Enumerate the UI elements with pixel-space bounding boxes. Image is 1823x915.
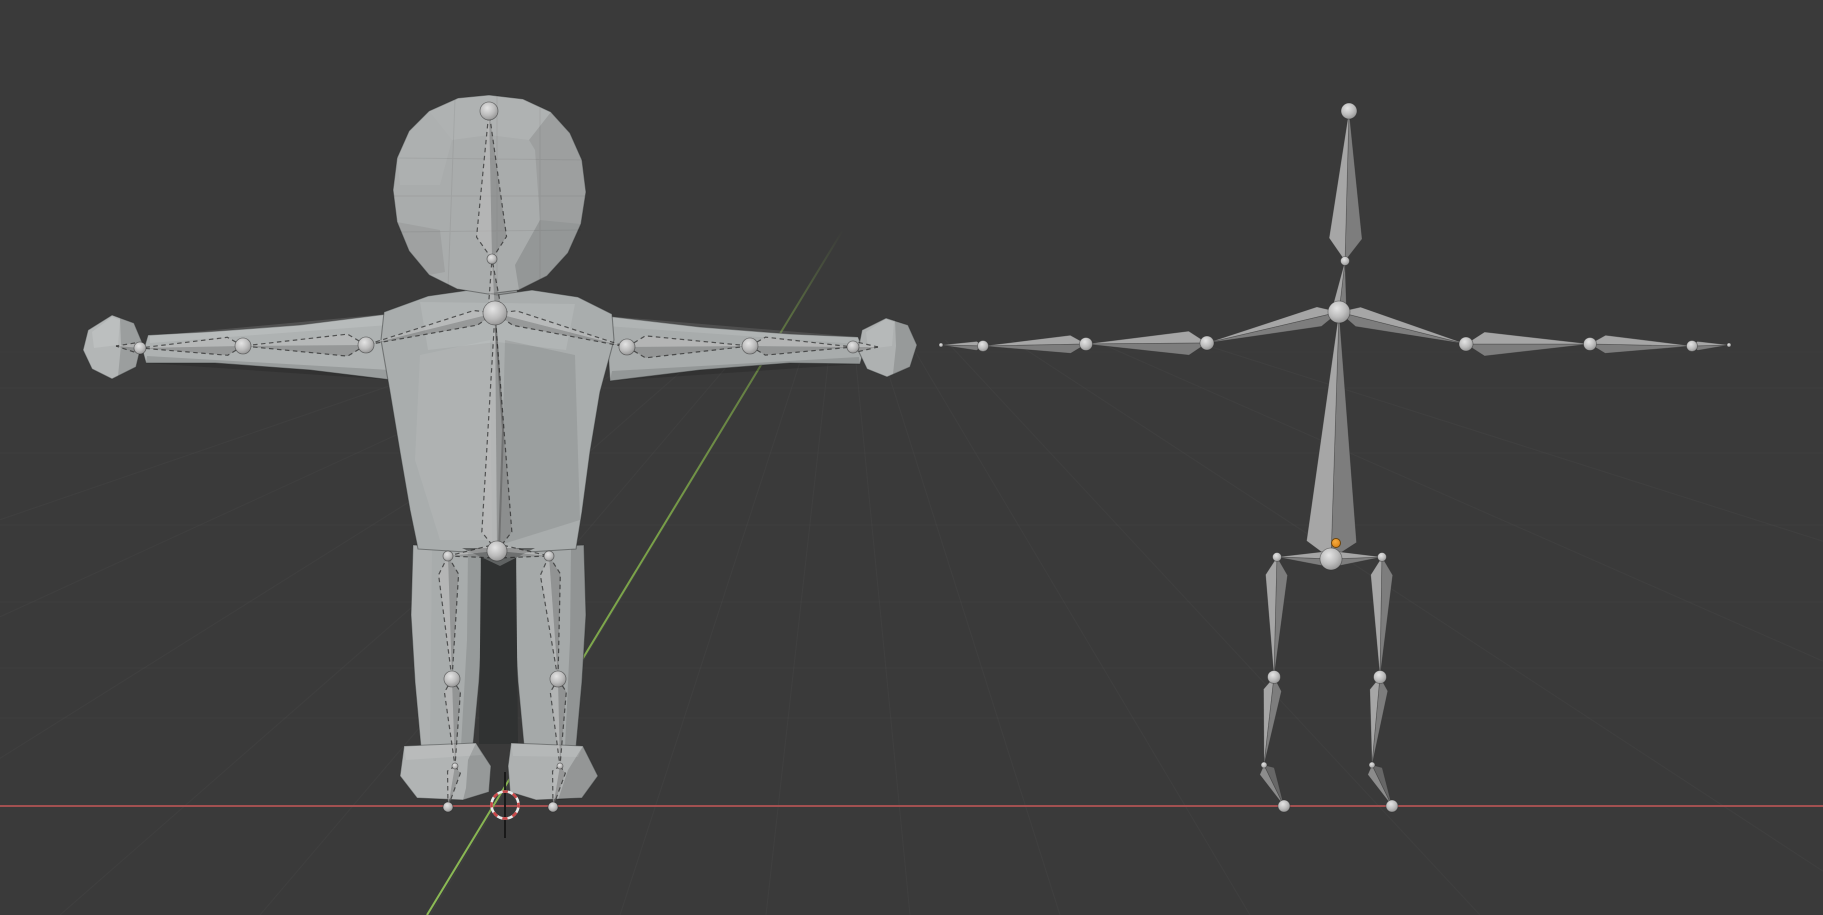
joint-sphere-hand-tip-r	[1727, 343, 1731, 347]
joint-sphere-chest	[1328, 301, 1350, 323]
joint-sphere-ankle-l	[452, 763, 458, 769]
joint-sphere-elbow-l	[1080, 338, 1093, 351]
joint-sphere-thigh-r	[1378, 553, 1387, 562]
grid-line-radial	[908, 340, 1250, 915]
joint-sphere-knee-l	[444, 671, 460, 687]
grid-line-radial	[60, 340, 717, 915]
grid-line-radial	[945, 340, 1480, 915]
character-fist-left-highlight	[92, 317, 120, 348]
joint-sphere-wrist-r	[847, 341, 859, 353]
joint-sphere-shoulder-l	[358, 337, 374, 353]
character-torso-right-shade	[500, 340, 580, 545]
joint-sphere-elbow-r	[742, 338, 758, 354]
grid-line-radial	[878, 340, 1060, 915]
bone-face	[1466, 332, 1590, 344]
joint-sphere-wrist-l	[978, 341, 989, 352]
joint-sphere-knee-r	[1374, 671, 1387, 684]
joint-sphere-neck	[487, 254, 497, 264]
character-head-bottom-shade	[397, 222, 445, 275]
bone-face	[941, 345, 983, 350]
joint-sphere-chest	[483, 301, 507, 325]
skeleton-armature[interactable]	[939, 103, 1731, 812]
bone-face	[1207, 312, 1339, 343]
character-fist-right-highlight	[866, 319, 894, 349]
grid-line-radial	[1011, 340, 1823, 915]
grid-line-radial	[1093, 340, 1823, 915]
grid-line-radial	[1189, 340, 1823, 915]
character-legs-gap-shadow	[479, 550, 518, 744]
joint-sphere-ankle-r	[557, 763, 563, 769]
joint-sphere-shoulder-r	[1459, 337, 1473, 351]
floor-grid	[0, 340, 1823, 915]
joint-sphere-thigh-r	[544, 551, 554, 561]
joint-sphere-head-top	[1341, 103, 1357, 119]
joint-sphere-ankle-l	[1261, 762, 1267, 768]
bone-face	[1086, 331, 1207, 344]
joint-sphere-thigh-l	[1273, 553, 1282, 562]
bone-face	[1590, 335, 1692, 346]
grid-line-radial	[854, 340, 910, 915]
bone-face	[1264, 765, 1284, 806]
bone-face	[1372, 765, 1392, 806]
grid-line-radial	[620, 340, 807, 915]
joint-sphere-toe-l	[1278, 800, 1290, 812]
character-fist-right-shade	[893, 320, 917, 374]
blender-3d-viewport[interactable]	[0, 0, 1823, 915]
joint-sphere-knee-l	[1268, 671, 1281, 684]
joint-sphere-thigh-l	[443, 551, 453, 561]
joint-sphere-elbow-r	[1584, 338, 1597, 351]
viewport-scene	[0, 0, 1823, 915]
joint-sphere-hand-tip-l	[939, 343, 943, 347]
joint-sphere-toe-r	[548, 802, 558, 812]
joint-sphere-wrist-l	[134, 342, 146, 354]
joint-sphere-elbow-l	[235, 338, 251, 354]
joint-sphere-toe-r	[1386, 800, 1398, 812]
joint-sphere-wrist-r	[1687, 341, 1698, 352]
joint-sphere-knee-r	[550, 671, 566, 687]
bone-face	[1466, 344, 1590, 356]
bone-face	[1380, 557, 1393, 677]
joint-sphere-hip	[1320, 548, 1342, 570]
joint-sphere-shoulder-l	[1200, 336, 1214, 350]
bone-face	[1086, 343, 1207, 355]
joint-sphere-toe-l	[443, 802, 453, 812]
grid-line-radial	[766, 340, 831, 915]
joint-sphere-hip	[487, 541, 507, 561]
joint-sphere-ankle-r	[1369, 762, 1375, 768]
armature-origin-dot	[1332, 539, 1341, 548]
joint-sphere-shoulder-r	[619, 339, 635, 355]
joint-sphere-head-top	[480, 102, 498, 120]
joint-sphere-neck	[1341, 257, 1350, 266]
